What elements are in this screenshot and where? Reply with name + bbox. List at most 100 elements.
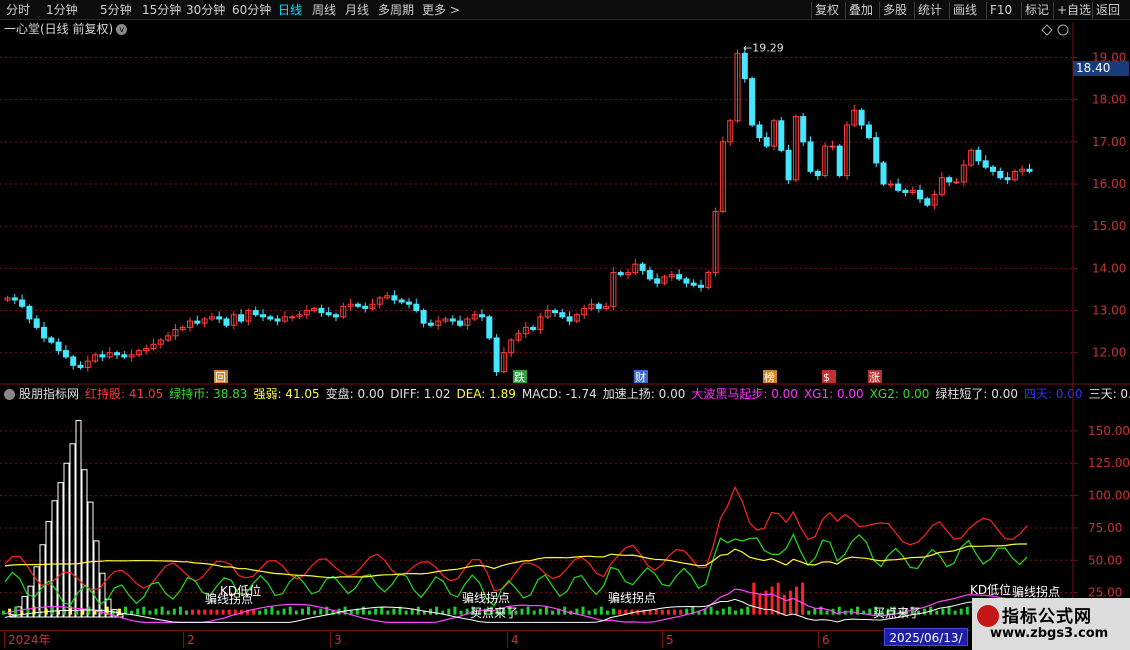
time-axis-label: 6 <box>818 632 830 648</box>
macd-bar <box>148 610 152 615</box>
macd-bar <box>526 606 530 615</box>
candle <box>464 316 471 330</box>
macd-bar <box>166 610 170 615</box>
candle <box>4 295 11 303</box>
signal-label: KD低位 <box>220 583 261 598</box>
candle <box>457 315 464 328</box>
candle-body <box>260 314 266 318</box>
candle <box>508 337 515 357</box>
toolbar-right-item-6[interactable]: 标记 <box>1025 2 1049 18</box>
event-marker[interactable]: 涨 <box>868 370 882 384</box>
candle-body <box>887 183 894 186</box>
macd-bar <box>587 610 591 615</box>
candle-body <box>223 318 230 326</box>
macd-bar <box>673 609 676 615</box>
event-marker[interactable]: $ <box>822 370 836 384</box>
candle-body <box>997 170 1004 179</box>
candle-body <box>194 320 201 324</box>
event-marker[interactable]: 榜 <box>763 370 777 384</box>
candle <box>537 313 544 334</box>
time-axis-label: 2 <box>183 632 195 648</box>
toolbar-item-0[interactable]: 分时 <box>6 2 30 18</box>
candle <box>420 308 427 328</box>
candle-body <box>865 124 872 139</box>
macd-bar <box>160 606 164 615</box>
candle <box>515 329 522 343</box>
macd-bar <box>154 608 158 615</box>
macd-bar <box>178 606 182 615</box>
candle <box>990 165 996 176</box>
toolbar-right-item-0[interactable]: 复权 <box>815 2 839 18</box>
candle <box>70 354 77 370</box>
candle-body <box>449 318 456 322</box>
macd-bar <box>191 609 195 615</box>
toolbar-right-item-5[interactable]: F10 <box>990 2 1012 18</box>
candle <box>683 276 690 288</box>
candle-body <box>26 305 33 320</box>
macd-bar <box>87 606 91 615</box>
candle <box>997 167 1004 180</box>
macd-bar <box>746 606 750 615</box>
toolbar-item-1[interactable]: 1分钟 <box>46 2 78 18</box>
macd-bar <box>758 594 762 615</box>
toolbar-separator <box>914 2 915 18</box>
macd-bar <box>404 610 408 615</box>
toolbar-right-item-4[interactable]: 画线 <box>953 2 977 18</box>
macd-bar <box>300 608 304 615</box>
event-marker[interactable]: 回 <box>214 370 228 384</box>
toolbar-right-item-2[interactable]: 多股 <box>883 2 907 18</box>
toolbar-right-item-7[interactable]: +自选 <box>1057 2 1091 18</box>
toolbar-right-item-3[interactable]: 统计 <box>918 2 942 18</box>
candle <box>252 306 259 317</box>
toolbar-item-6[interactable]: 日线 <box>278 2 302 18</box>
macd-bar <box>75 610 79 615</box>
candle-body <box>486 316 493 339</box>
toolbar-item-3[interactable]: 15分钟 <box>142 2 181 18</box>
toolbar-item-5[interactable]: 60分钟 <box>232 2 271 18</box>
candle <box>522 321 529 338</box>
indicator-tick-label: 125.00 <box>1088 456 1130 470</box>
toolbar-item-8[interactable]: 月线 <box>345 2 369 18</box>
candle-body <box>62 350 69 358</box>
indicator-chart[interactable]: 150.00125.00100.0075.0050.0025.00骗线拐点 骗线拐… <box>0 385 1130 630</box>
event-marker[interactable]: 财 <box>634 370 648 384</box>
candle <box>435 315 442 330</box>
toolbar-item-10[interactable]: 更多 > <box>422 2 460 18</box>
macd-bar <box>185 610 188 615</box>
toolbar-item-4[interactable]: 30分钟 <box>186 2 225 18</box>
toolbar-item-9[interactable]: 多周期 <box>378 2 414 18</box>
toolbar-separator <box>986 2 987 18</box>
macd-bar <box>941 608 945 615</box>
candle <box>449 315 456 326</box>
settings-icon[interactable] <box>1057 24 1069 36</box>
toolbar-item-2[interactable]: 5分钟 <box>100 2 132 18</box>
diamond-icon[interactable] <box>1041 24 1053 36</box>
candle-body <box>391 295 398 301</box>
macd-bar <box>752 582 756 615</box>
high-price-label: ←19.29 <box>743 41 784 54</box>
candle <box>778 116 785 153</box>
toolbar-item-7[interactable]: 周线 <box>312 2 336 18</box>
macd-bar <box>734 610 737 615</box>
candle-body <box>749 78 756 126</box>
candle-body <box>566 316 573 322</box>
candle <box>92 352 99 364</box>
candle-body <box>683 278 690 284</box>
macd-bar <box>721 608 725 615</box>
macd-bar <box>172 608 176 615</box>
candle <box>1004 172 1011 185</box>
macd-bar <box>935 610 939 615</box>
price-chart[interactable]: 19.0018.0017.0016.0015.0014.0013.0012.00… <box>0 22 1130 385</box>
toolbar-separator <box>811 2 812 18</box>
candle <box>194 315 201 326</box>
toolbar-right-item-8[interactable]: 返回 <box>1096 2 1120 18</box>
candle <box>865 121 872 140</box>
macd-bar <box>825 610 829 615</box>
toolbar-right-item-1[interactable]: 叠加 <box>849 2 873 18</box>
macd-bar <box>593 608 597 615</box>
indicator-bar <box>81 469 88 618</box>
candle-body <box>325 312 332 316</box>
candle <box>895 178 902 193</box>
event-marker[interactable]: 跌 <box>513 370 527 384</box>
candle <box>719 136 726 214</box>
